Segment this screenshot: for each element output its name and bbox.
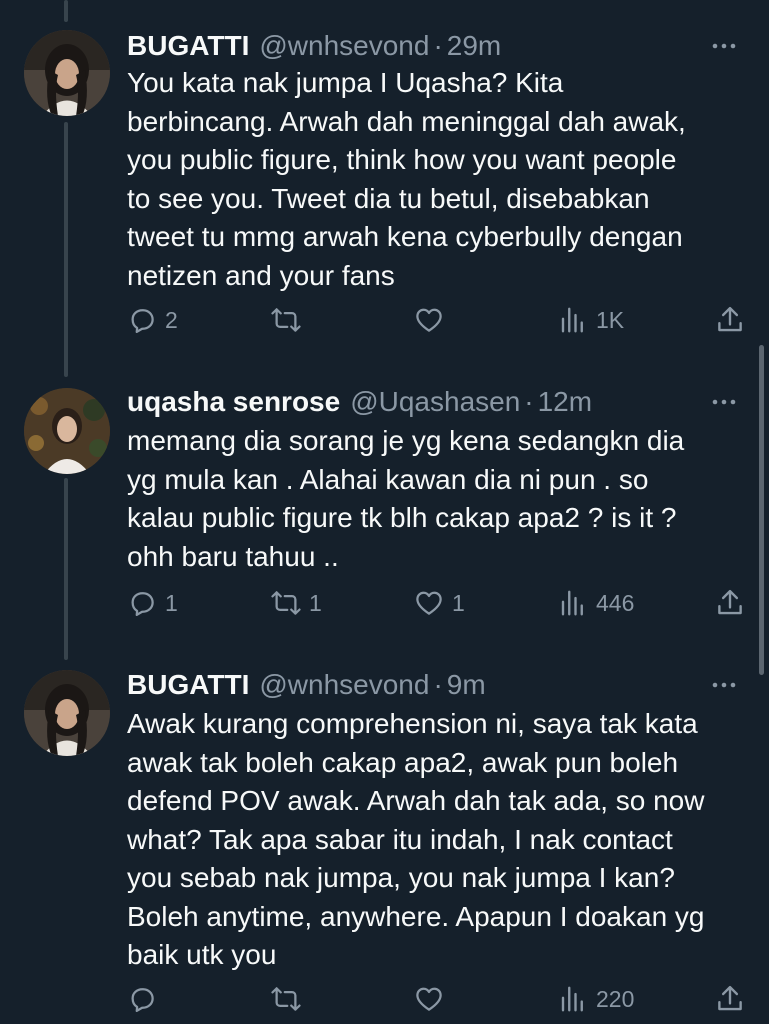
user-handle[interactable]: @wnhsevond bbox=[259, 665, 429, 705]
share-icon bbox=[718, 589, 742, 615]
thread-line-2 bbox=[64, 478, 68, 660]
avatar[interactable] bbox=[24, 30, 110, 116]
tweet-actions: 220 bbox=[127, 979, 745, 1019]
reply-icon bbox=[131, 592, 154, 616]
more-icon bbox=[712, 43, 736, 49]
avatar[interactable] bbox=[24, 670, 110, 756]
tweet-text: You kata nak jumpa I Uqasha? Kita berbin… bbox=[127, 67, 686, 291]
tweet-header: uqasha senrose @Uqashasen · 12m bbox=[127, 382, 739, 422]
views-icon bbox=[561, 307, 583, 333]
thread-line-top bbox=[64, 0, 68, 22]
more-icon bbox=[712, 682, 736, 688]
like-button[interactable] bbox=[414, 300, 452, 340]
like-icon bbox=[416, 591, 442, 615]
reply-count: 1 bbox=[165, 589, 178, 616]
timestamp[interactable]: 12m bbox=[538, 382, 592, 422]
share-icon bbox=[718, 306, 742, 332]
views-icon bbox=[561, 986, 583, 1012]
timestamp[interactable]: 29m bbox=[447, 26, 501, 66]
scrollbar[interactable] bbox=[759, 345, 764, 675]
separator-dot: · bbox=[524, 386, 534, 417]
views-count: 1K bbox=[596, 306, 625, 333]
tweet-header: BUGATTI @wnhsevond · 9m bbox=[127, 665, 739, 705]
like-count: 1 bbox=[452, 589, 465, 616]
retweet-count: 1 bbox=[309, 589, 322, 616]
conversation-thread: BUGATTI @wnhsevond · 29m You kata nak ju… bbox=[0, 0, 769, 1024]
reply-icon bbox=[131, 309, 154, 333]
views-count: 220 bbox=[596, 985, 635, 1012]
like-icon bbox=[416, 987, 442, 1011]
separator-dot: · bbox=[433, 669, 443, 700]
retweet-icon bbox=[271, 591, 301, 615]
more-options-button[interactable] bbox=[699, 665, 739, 705]
reply-button[interactable]: 2 bbox=[127, 300, 178, 340]
display-name[interactable]: BUGATTI bbox=[127, 665, 249, 705]
retweet-icon bbox=[271, 308, 301, 332]
share-button[interactable] bbox=[715, 583, 745, 623]
views-button[interactable]: 220 bbox=[558, 979, 634, 1019]
share-icon bbox=[718, 985, 742, 1011]
user-handle[interactable]: @Uqashasen bbox=[350, 382, 520, 422]
tweet-header: BUGATTI @wnhsevond · 29m bbox=[127, 26, 739, 66]
more-options-button[interactable] bbox=[699, 26, 739, 66]
more-icon bbox=[712, 399, 736, 405]
retweet-icon bbox=[271, 987, 301, 1011]
avatar-image bbox=[24, 670, 110, 756]
like-icon bbox=[416, 308, 442, 332]
separator-dot: · bbox=[433, 30, 443, 61]
thread-line-1 bbox=[64, 122, 68, 377]
share-button[interactable] bbox=[715, 300, 745, 340]
avatar-image bbox=[24, 30, 110, 116]
display-name[interactable]: BUGATTI bbox=[127, 26, 249, 66]
display-name[interactable]: uqasha senrose bbox=[127, 382, 340, 422]
views-icon bbox=[561, 590, 583, 616]
more-options-button[interactable] bbox=[699, 382, 739, 422]
retweet-button[interactable] bbox=[271, 979, 309, 1019]
user-handle[interactable]: @wnhsevond bbox=[259, 26, 429, 66]
reply-icon bbox=[131, 988, 154, 1012]
views-button[interactable]: 1K bbox=[558, 300, 624, 340]
avatar-image bbox=[24, 388, 110, 474]
like-button[interactable]: 1 bbox=[414, 583, 465, 623]
tweet-text: memang dia sorang je yg kena sedangkn di… bbox=[127, 425, 685, 572]
tweet-text: Awak kurang comprehension ni, saya tak k… bbox=[127, 708, 705, 970]
tweet-actions: 1 1 1 446 bbox=[127, 583, 745, 623]
reply-button[interactable] bbox=[127, 979, 165, 1019]
share-button[interactable] bbox=[715, 979, 745, 1019]
views-count: 446 bbox=[596, 589, 635, 616]
retweet-button[interactable]: 1 bbox=[271, 583, 322, 623]
avatar[interactable] bbox=[24, 388, 110, 474]
like-button[interactable] bbox=[414, 979, 452, 1019]
views-button[interactable]: 446 bbox=[558, 583, 634, 623]
reply-count: 2 bbox=[165, 306, 178, 333]
tweet-actions: 2 1K bbox=[127, 300, 745, 340]
retweet-button[interactable] bbox=[271, 300, 309, 340]
timestamp[interactable]: 9m bbox=[447, 665, 486, 705]
reply-button[interactable]: 1 bbox=[127, 583, 178, 623]
